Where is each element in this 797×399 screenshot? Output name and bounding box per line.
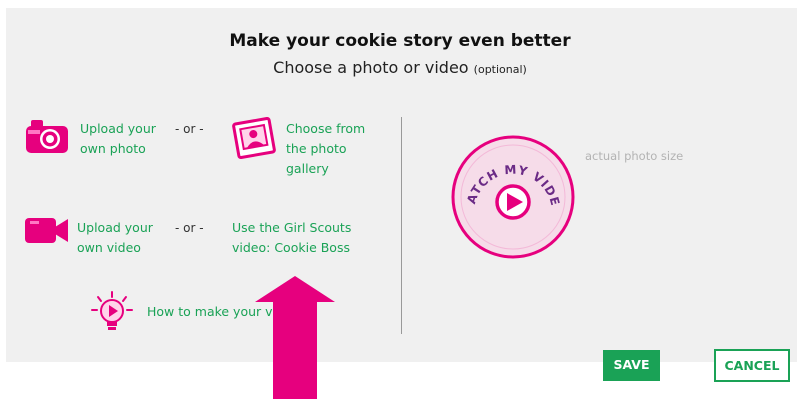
gs-video-line2: video: Cookie Boss <box>232 240 350 255</box>
video-camera-icon[interactable] <box>24 216 70 246</box>
gallery-line3: gallery <box>286 161 329 176</box>
photo-size-hint: actual photo size <box>585 149 684 163</box>
upload-photo-line2: own photo <box>80 141 146 156</box>
subtitle-text: Choose a photo or video <box>273 58 469 77</box>
or-separator-photo: - or - <box>175 122 204 136</box>
photo-gallery-link[interactable]: Choose from the photo gallery <box>286 119 365 179</box>
subtitle-optional: (optional) <box>473 63 527 76</box>
or-separator-video: - or - <box>175 221 204 235</box>
upload-photo-link[interactable]: Upload your own photo <box>80 119 156 159</box>
gallery-line2: the photo <box>286 141 347 156</box>
lightbulb-play-icon <box>91 291 133 330</box>
photo-gallery-icon[interactable] <box>230 115 278 161</box>
upload-photo-line1: Upload your <box>80 121 156 136</box>
upload-video-link[interactable]: Upload your own video <box>77 218 153 258</box>
cancel-button[interactable]: CANCEL <box>714 349 790 382</box>
upload-video-line2: own video <box>77 240 141 255</box>
girl-scouts-video-link[interactable]: Use the Girl Scouts video: Cookie Boss <box>232 218 351 258</box>
gs-video-line1: Use the Girl Scouts <box>232 220 352 235</box>
save-button[interactable]: SAVE <box>603 350 660 381</box>
section-divider <box>401 117 402 334</box>
dialog-subtitle: Choose a photo or video (optional) <box>0 58 797 77</box>
dialog-title: Make your cookie story even better <box>229 31 571 51</box>
watch-my-video-badge[interactable]: WATCH MY VIDEO <box>448 132 578 262</box>
arrow-up-icon <box>255 276 335 399</box>
upload-video-line1: Upload your <box>77 220 153 235</box>
how-to-make-video-link[interactable]: How to make your v <box>147 302 273 322</box>
camera-icon[interactable] <box>24 117 70 155</box>
gallery-line1: Choose from <box>286 121 366 136</box>
